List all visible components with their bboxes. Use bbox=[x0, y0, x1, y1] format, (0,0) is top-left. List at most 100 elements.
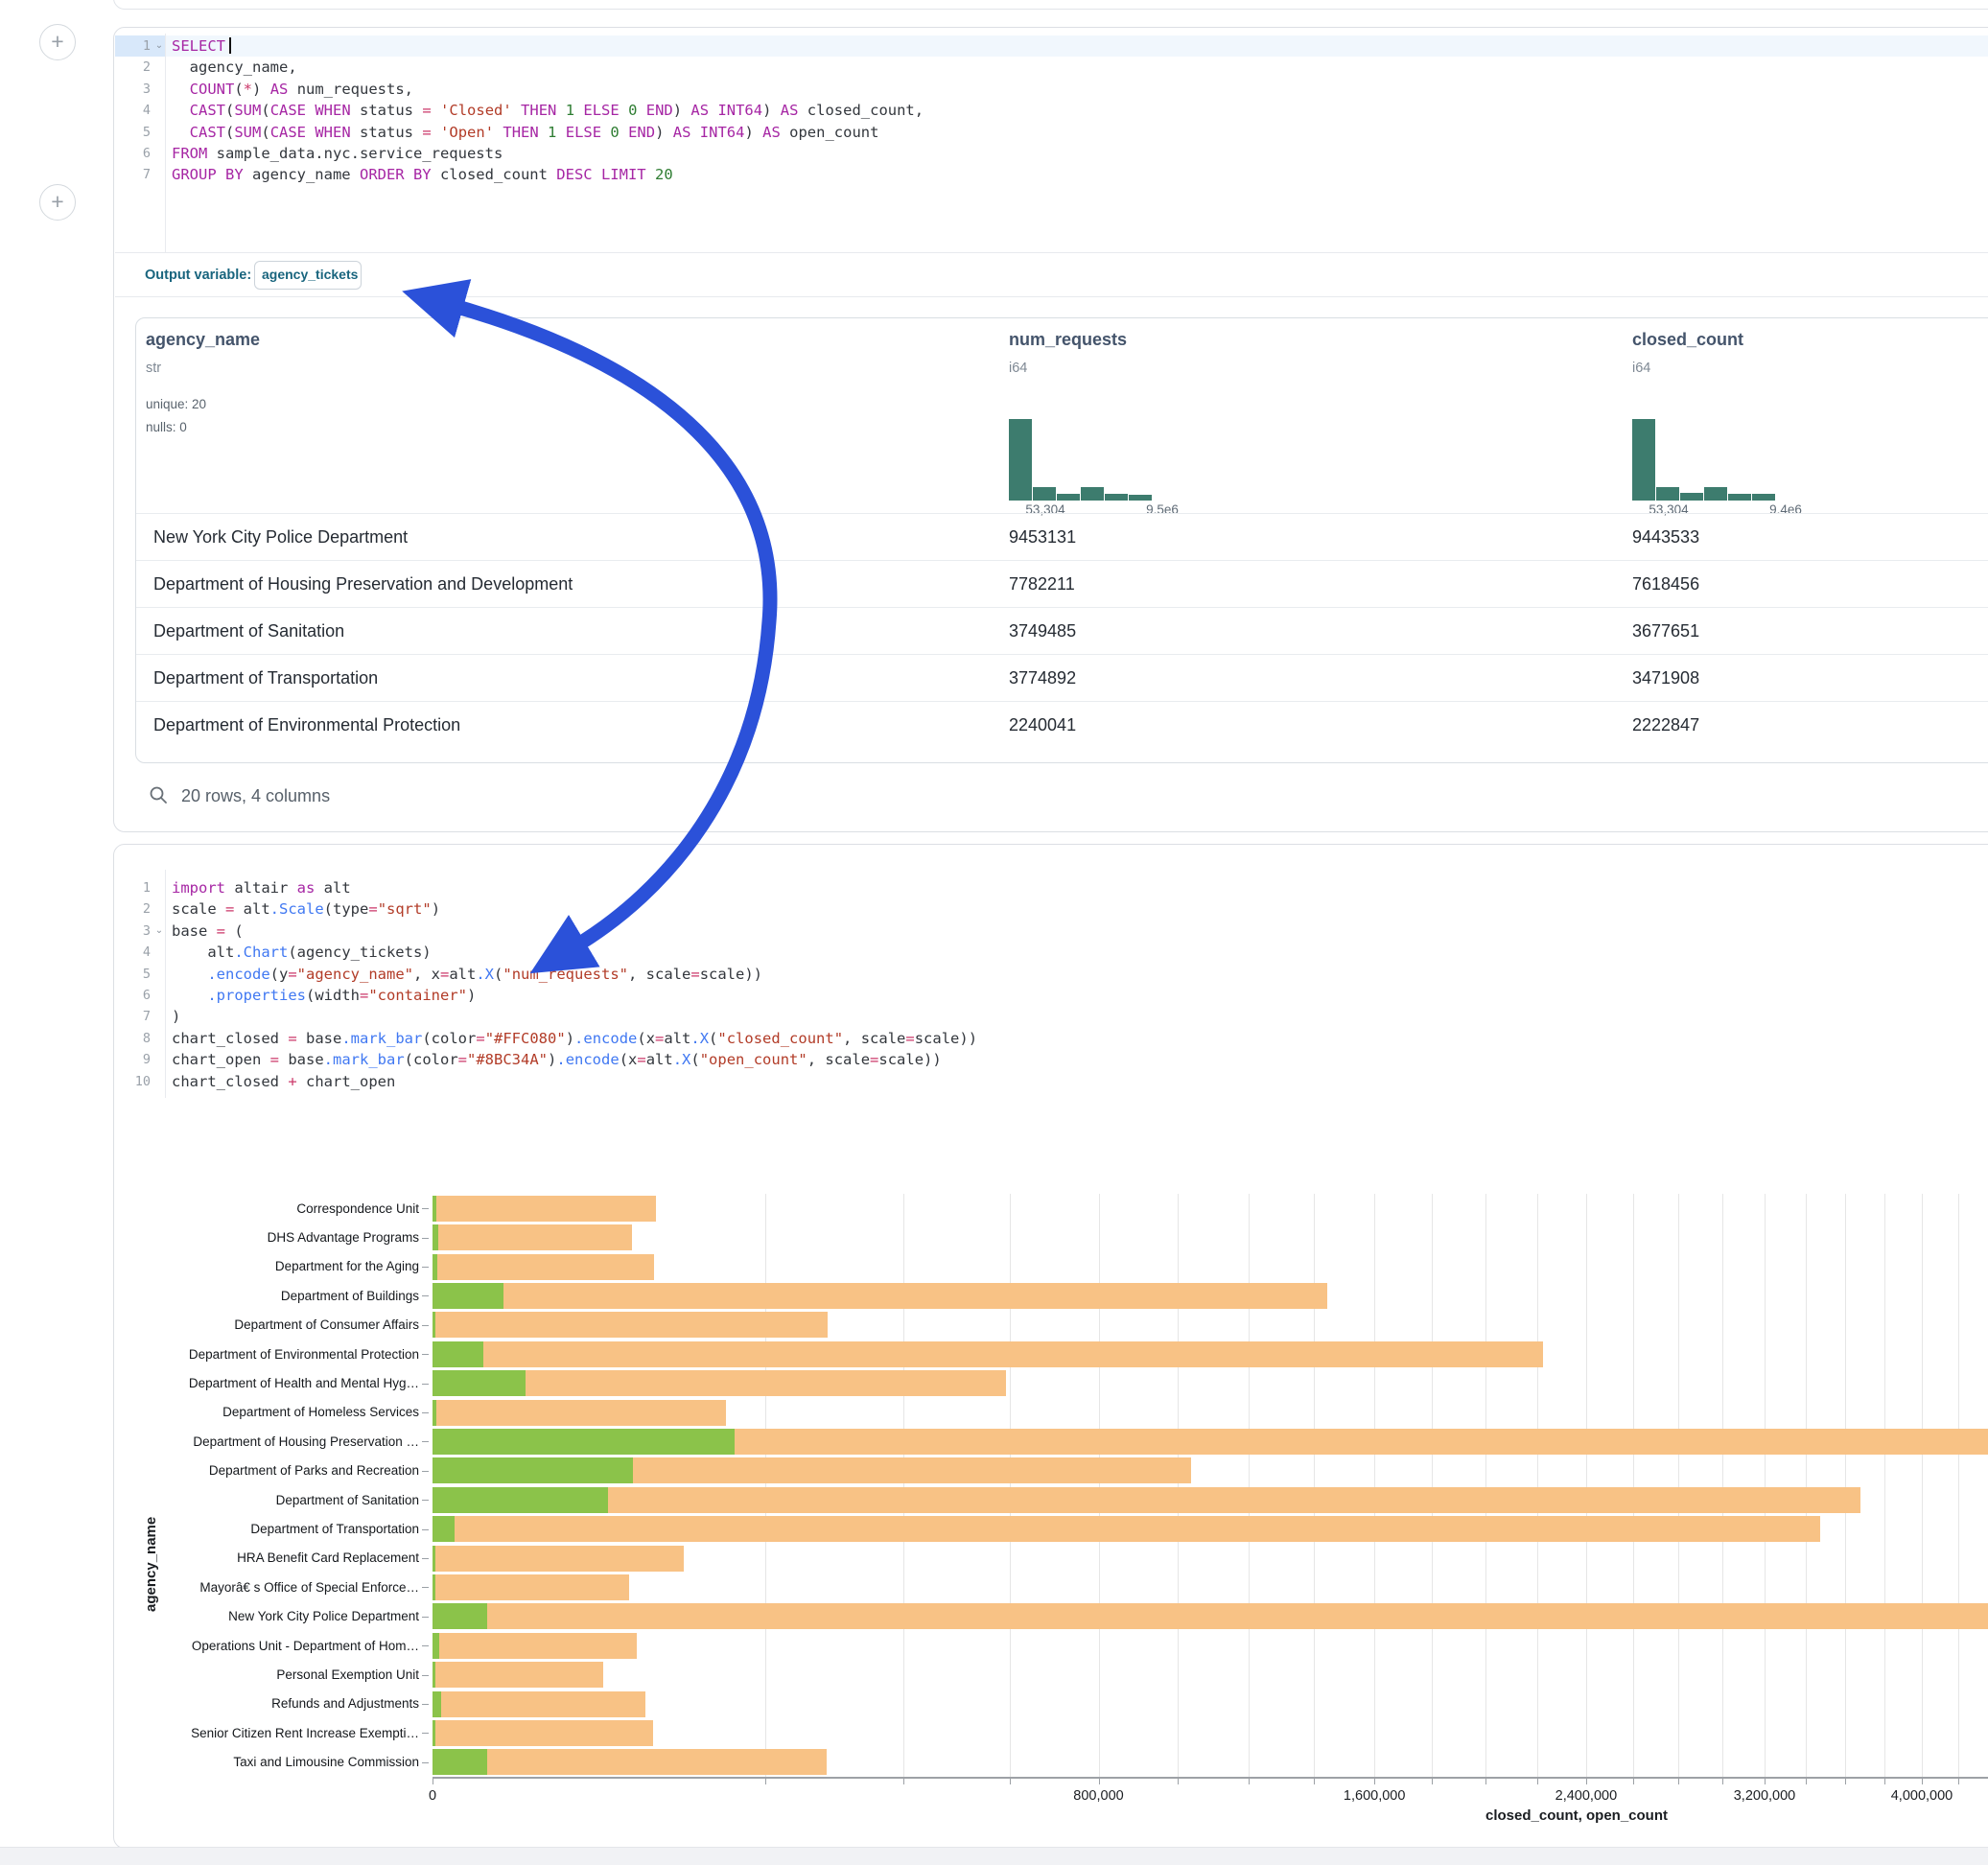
x-axis-minor-tick bbox=[1099, 1779, 1100, 1784]
code-token: SELECT bbox=[172, 37, 225, 55]
code-token: ) bbox=[566, 1030, 574, 1047]
x-axis-tick-label: 800,000 bbox=[1041, 1788, 1157, 1804]
code-token: ) bbox=[673, 102, 691, 119]
code-token: ) bbox=[744, 124, 762, 141]
y-axis-tick bbox=[422, 1354, 429, 1355]
code-token: ) bbox=[548, 1051, 556, 1068]
y-axis-tick bbox=[422, 1704, 429, 1705]
add-cell-button-output[interactable]: + bbox=[39, 184, 76, 221]
code-token: = bbox=[217, 922, 225, 940]
code-token: .X bbox=[476, 966, 494, 983]
code-token: 0 bbox=[628, 102, 637, 119]
code-token: ( bbox=[261, 102, 269, 119]
code-token bbox=[601, 124, 610, 141]
search-icon[interactable] bbox=[149, 785, 168, 804]
gridline bbox=[1922, 1194, 1923, 1777]
code-token: (agency_tickets) bbox=[288, 944, 431, 961]
y-axis-label: New York City Police Department bbox=[114, 1609, 419, 1623]
code-token: = bbox=[476, 1030, 484, 1047]
python-code-editor[interactable]: import altair as altscale = alt.Scale(ty… bbox=[172, 877, 977, 1092]
y-axis-tick bbox=[422, 1733, 429, 1734]
gridline bbox=[1722, 1194, 1723, 1777]
code-token: ) bbox=[467, 987, 476, 1004]
code-token: , scale bbox=[807, 1051, 870, 1068]
code-token: .X bbox=[690, 1030, 709, 1047]
code-token: (color bbox=[422, 1030, 476, 1047]
code-line: CAST(SUM(CASE WHEN status = 'Open' THEN … bbox=[172, 122, 924, 143]
column-stat: unique: 20 bbox=[146, 397, 206, 411]
code-token: status bbox=[351, 124, 423, 141]
line-number: 5 bbox=[114, 964, 151, 985]
results-table: agency_namestrunique: 20nulls: 0num_requ… bbox=[135, 317, 1988, 763]
sql-code-editor[interactable]: SELECT agency_name, COUNT(*) AS num_requ… bbox=[172, 35, 924, 186]
code-token: LIMIT bbox=[601, 166, 646, 183]
code-token: .X bbox=[673, 1051, 691, 1068]
x-axis-minor-tick bbox=[1884, 1779, 1885, 1784]
table-row: Department of Housing Preservation and D… bbox=[136, 560, 1988, 608]
histogram-bar bbox=[1704, 487, 1727, 501]
y-axis-tick bbox=[422, 1617, 429, 1618]
open-count-bar bbox=[433, 1487, 608, 1513]
code-token: agency_name bbox=[244, 166, 360, 183]
y-axis-tick bbox=[422, 1325, 429, 1326]
add-cell-button-top[interactable]: + bbox=[39, 24, 76, 60]
closed-count-bar bbox=[433, 1574, 629, 1600]
column-header-name[interactable]: num_requests bbox=[1009, 330, 1127, 350]
code-token: AS bbox=[270, 81, 289, 98]
code-token: alt bbox=[315, 879, 350, 897]
x-axis-minor-tick bbox=[1722, 1779, 1723, 1784]
code-token: agency_name, bbox=[172, 58, 297, 76]
y-axis-label: Department of Health and Mental Hyg… bbox=[114, 1376, 419, 1390]
y-axis-label: DHS Advantage Programs bbox=[114, 1230, 419, 1245]
column-header-name[interactable]: agency_name bbox=[146, 330, 260, 350]
chevron-down-icon[interactable]: ⌄ bbox=[152, 35, 166, 57]
closed-count-bar bbox=[433, 1633, 637, 1659]
chevron-down-icon[interactable]: ⌄ bbox=[152, 921, 166, 942]
y-axis-tick bbox=[422, 1267, 429, 1268]
x-axis-minor-tick bbox=[1485, 1779, 1486, 1784]
column-header-name[interactable]: closed_count bbox=[1632, 330, 1743, 350]
x-axis-minor-tick bbox=[1586, 1779, 1587, 1784]
line-number: 2 bbox=[114, 898, 151, 920]
line-number: 1 bbox=[114, 877, 151, 898]
x-axis-minor-tick bbox=[1314, 1779, 1315, 1784]
code-token: ELSE bbox=[583, 102, 619, 119]
gridline bbox=[1884, 1194, 1885, 1777]
code-token bbox=[593, 166, 601, 183]
code-token bbox=[432, 102, 440, 119]
code-token: 'Closed' bbox=[440, 102, 512, 119]
table-cell: 3774892 bbox=[1009, 655, 1076, 701]
closed-count-bar bbox=[433, 1254, 654, 1280]
code-line: ) bbox=[172, 1006, 977, 1027]
code-token: ( bbox=[225, 102, 234, 119]
y-axis-label: Senior Citizen Rent Increase Exempti… bbox=[114, 1726, 419, 1740]
code-token: (x bbox=[637, 1030, 655, 1047]
histogram-bar bbox=[1632, 419, 1655, 501]
gridline bbox=[1806, 1194, 1807, 1777]
code-token: scale bbox=[172, 900, 225, 918]
chart-y-axis-title: agency_name bbox=[143, 1363, 159, 1612]
table-cell: 3677651 bbox=[1632, 608, 1699, 654]
table-cell: 7782211 bbox=[1009, 561, 1075, 607]
code-token: "#FFC080" bbox=[485, 1030, 566, 1047]
divider bbox=[115, 252, 1988, 253]
code-token: + bbox=[288, 1073, 296, 1090]
closed-count-bar bbox=[433, 1546, 684, 1572]
open-count-bar bbox=[433, 1720, 435, 1746]
code-token: AS bbox=[781, 102, 799, 119]
closed-count-bar bbox=[433, 1224, 632, 1250]
line-number: 5 bbox=[114, 122, 151, 143]
code-token: , scale bbox=[843, 1030, 905, 1047]
table-cell: 7618456 bbox=[1632, 561, 1699, 607]
closed-count-bar bbox=[433, 1487, 1860, 1513]
code-token: = bbox=[690, 966, 699, 983]
output-variable-input[interactable]: agency_tickets bbox=[254, 261, 362, 290]
code-token bbox=[512, 102, 521, 119]
code-token: base bbox=[172, 922, 217, 940]
code-token: base bbox=[279, 1051, 324, 1068]
y-axis-label: Department for the Aging bbox=[114, 1259, 419, 1273]
code-token: DESC bbox=[556, 166, 592, 183]
code-token: ( bbox=[690, 1051, 699, 1068]
code-token: AS bbox=[673, 124, 691, 141]
table-cell: Department of Transportation bbox=[153, 655, 378, 701]
